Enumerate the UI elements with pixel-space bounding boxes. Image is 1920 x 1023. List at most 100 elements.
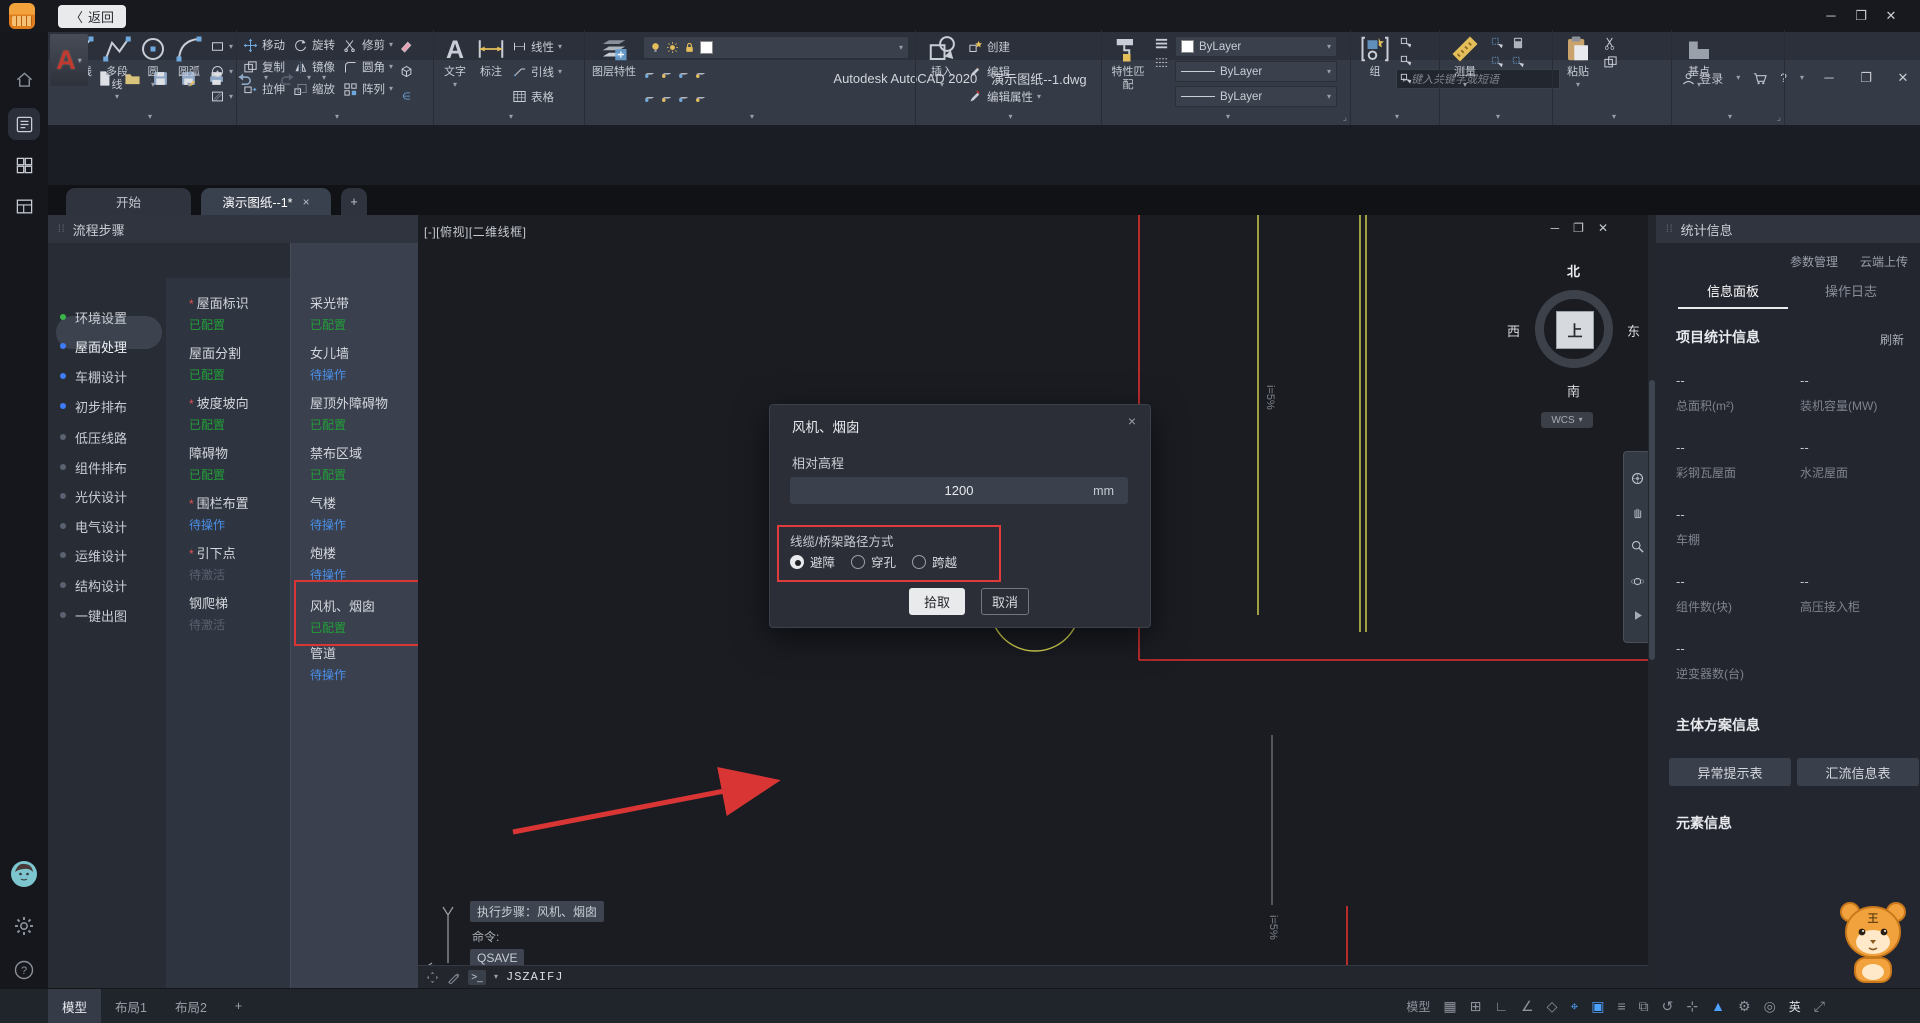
button-汇流信息表[interactable]: 汇流信息表 xyxy=(1797,758,1919,786)
tool-stretch[interactable]: 拉伸 xyxy=(243,79,285,100)
compass-south[interactable]: 南 xyxy=(1567,381,1580,400)
layer-state-icon[interactable] xyxy=(694,91,707,104)
layout-tab-布局2[interactable]: 布局2 xyxy=(161,989,221,1023)
snap-icon[interactable]: ⊞ xyxy=(1470,998,1482,1015)
layer-state-icon[interactable] xyxy=(643,91,656,104)
link-参数管理[interactable]: 参数管理 xyxy=(1790,253,1838,270)
group-edit-icon[interactable] xyxy=(1399,54,1413,68)
tool-erase[interactable] xyxy=(399,36,414,57)
tool-arc[interactable]: 圆弧▾ xyxy=(174,34,204,89)
tool-hatch[interactable]: ▾ xyxy=(210,86,233,107)
tool-layer-properties[interactable]: 图层特性 xyxy=(591,34,637,79)
count-icon[interactable] xyxy=(1511,55,1525,69)
viewport-close-icon[interactable]: ✕ xyxy=(1598,221,1608,235)
substep-女儿墙[interactable]: 女儿墙待操作 xyxy=(310,343,418,383)
panel-groups-footer[interactable]: ▾ xyxy=(1351,108,1439,125)
ungroup-icon[interactable] xyxy=(1399,36,1413,50)
tool-basepoint[interactable]: 基点▾ xyxy=(1678,34,1720,89)
language-indicator[interactable]: 英 xyxy=(1789,998,1801,1015)
pan-hand-icon[interactable] xyxy=(1630,505,1645,520)
substep-采光带[interactable]: 采光带已配置 xyxy=(310,293,418,333)
panel-block-footer[interactable]: ▾ xyxy=(916,108,1101,125)
substep-钢爬梯[interactable]: 钢爬梯待激活 xyxy=(189,593,307,633)
substep-屋面分割[interactable]: 屋面分割已配置 xyxy=(189,343,307,383)
cancel-button[interactable]: 取消 xyxy=(981,588,1029,615)
properties-launcher-icon[interactable]: ⌟ xyxy=(1343,112,1347,123)
stage-光伏设计[interactable]: 光伏设计 xyxy=(60,484,160,508)
view-cube-compass[interactable]: 上 北 西 东 南 xyxy=(1514,269,1634,389)
stage-一键出图[interactable]: 一键出图 xyxy=(60,603,160,627)
settings-gear-icon[interactable] xyxy=(8,910,40,942)
layout-tab-布局1[interactable]: 布局1 xyxy=(101,989,161,1023)
osnap-icon[interactable]: ▣ xyxy=(1591,998,1604,1015)
tool-attrib[interactable]: 编辑属性▾ xyxy=(968,86,1041,107)
radio-circle-checked[interactable] xyxy=(790,555,804,569)
new-tab-button[interactable]: + xyxy=(341,188,367,215)
view-launcher-icon[interactable]: ⌟ xyxy=(1777,112,1781,123)
annotation-icon[interactable]: ▲ xyxy=(1711,998,1725,1014)
tool-cube[interactable] xyxy=(399,61,414,82)
substep-引下点[interactable]: *引下点待激活 xyxy=(189,543,307,583)
tool-group[interactable]: 组 xyxy=(1357,34,1393,79)
substep-炮楼[interactable]: 炮楼待操作 xyxy=(310,543,418,583)
substep-屋面标识[interactable]: *屋面标识已配置 xyxy=(189,293,307,333)
home-icon[interactable] xyxy=(8,64,40,96)
tool-match-properties[interactable]: 特性匹配 xyxy=(1108,34,1148,91)
tool-mirror[interactable]: 镜像 xyxy=(293,57,335,78)
layout-boards-icon[interactable] xyxy=(8,190,40,222)
panel-utilities-footer[interactable]: ▾ xyxy=(1440,108,1552,125)
radio-避障[interactable]: 避障 xyxy=(790,552,835,571)
back-button[interactable]: 〈 返回 xyxy=(58,5,126,28)
layout-tab-+[interactable]: + xyxy=(221,989,256,1023)
restore-icon[interactable]: ❐ xyxy=(1846,5,1876,27)
tool-copy[interactable]: 复制 xyxy=(243,57,285,78)
compass-east[interactable]: 东 xyxy=(1627,321,1640,340)
substep-气楼[interactable]: 气楼待操作 xyxy=(310,493,418,533)
panel-modify-footer[interactable]: ▾ xyxy=(237,108,433,125)
app-logo-icon[interactable] xyxy=(9,3,35,29)
isodraft-icon[interactable]: ◇ xyxy=(1547,998,1558,1015)
stats-tab-操作日志[interactable]: 操作日志 xyxy=(1796,281,1906,307)
stage-车棚设计[interactable]: 车棚设计 xyxy=(60,364,160,388)
tool-measure[interactable]: 测量▾ xyxy=(1446,34,1484,89)
pan-scroll-icon[interactable] xyxy=(426,971,439,984)
viewport-restore-icon[interactable]: ❐ xyxy=(1573,221,1584,235)
help-caret-icon[interactable]: ▾ xyxy=(1800,74,1804,82)
tool-belongs[interactable]: ∈ xyxy=(399,86,414,107)
tab-active-drawing[interactable]: 演示图纸--1* × xyxy=(201,188,331,215)
tool-leader[interactable]: 引线▾ xyxy=(512,61,562,82)
compass-north[interactable]: 北 xyxy=(1567,261,1580,280)
tool-circle[interactable]: 圆▾ xyxy=(138,34,168,89)
tool-dimension[interactable]: 标注 xyxy=(476,34,506,79)
panel-view-footer[interactable]: ▾ xyxy=(1672,108,1784,125)
substep-围栏布置[interactable]: *围栏布置待操作 xyxy=(189,493,307,533)
elevation-value[interactable]: 1200 xyxy=(790,483,1128,498)
close-icon[interactable]: ✕ xyxy=(1876,5,1906,27)
acad-minimize-icon[interactable]: ─ xyxy=(1817,67,1841,89)
group-select-icon[interactable] xyxy=(1399,72,1413,86)
id-point-icon[interactable] xyxy=(1490,55,1504,69)
tool-rect-tool[interactable]: ▾ xyxy=(210,36,233,57)
tool-edit-pencil[interactable]: 编辑 xyxy=(968,61,1041,82)
steering-wheel-icon[interactable] xyxy=(1630,471,1645,486)
layout-tab-模型[interactable]: 模型 xyxy=(48,989,101,1023)
layer-state-icon[interactable] xyxy=(643,67,656,80)
calculator-icon[interactable] xyxy=(1511,36,1525,50)
layer-state-icon[interactable] xyxy=(694,67,707,80)
wcs-dropdown[interactable]: WCS▾ xyxy=(1541,412,1593,428)
zoom-icon[interactable] xyxy=(1630,539,1645,554)
bylayer-dropdown-2[interactable]: ByLayer▾ xyxy=(1175,86,1337,107)
dynamic-ucs-icon[interactable]: ⊹ xyxy=(1686,998,1698,1015)
workspace-gear-icon[interactable]: ⚙ xyxy=(1738,998,1751,1015)
tool-text[interactable]: A文字▾ xyxy=(440,34,470,89)
tab-start[interactable]: 开始 xyxy=(66,188,191,215)
panel-draw-footer[interactable]: ▾ xyxy=(60,108,236,125)
stage-运维设计[interactable]: 运维设计 xyxy=(60,543,160,567)
layer-state-icon[interactable] xyxy=(677,67,690,80)
quick-select-icon[interactable] xyxy=(1490,36,1504,50)
substep-屋顶外障碍物[interactable]: 屋顶外障碍物已配置 xyxy=(310,393,418,433)
lineweight-icon[interactable]: ≡ xyxy=(1618,998,1626,1014)
otrack-icon[interactable]: ⌖ xyxy=(1570,998,1578,1015)
command-line-bar[interactable]: >_ ▾ JSZAIFJ xyxy=(418,965,1648,988)
elevation-input[interactable]: 1200 mm xyxy=(790,477,1128,504)
